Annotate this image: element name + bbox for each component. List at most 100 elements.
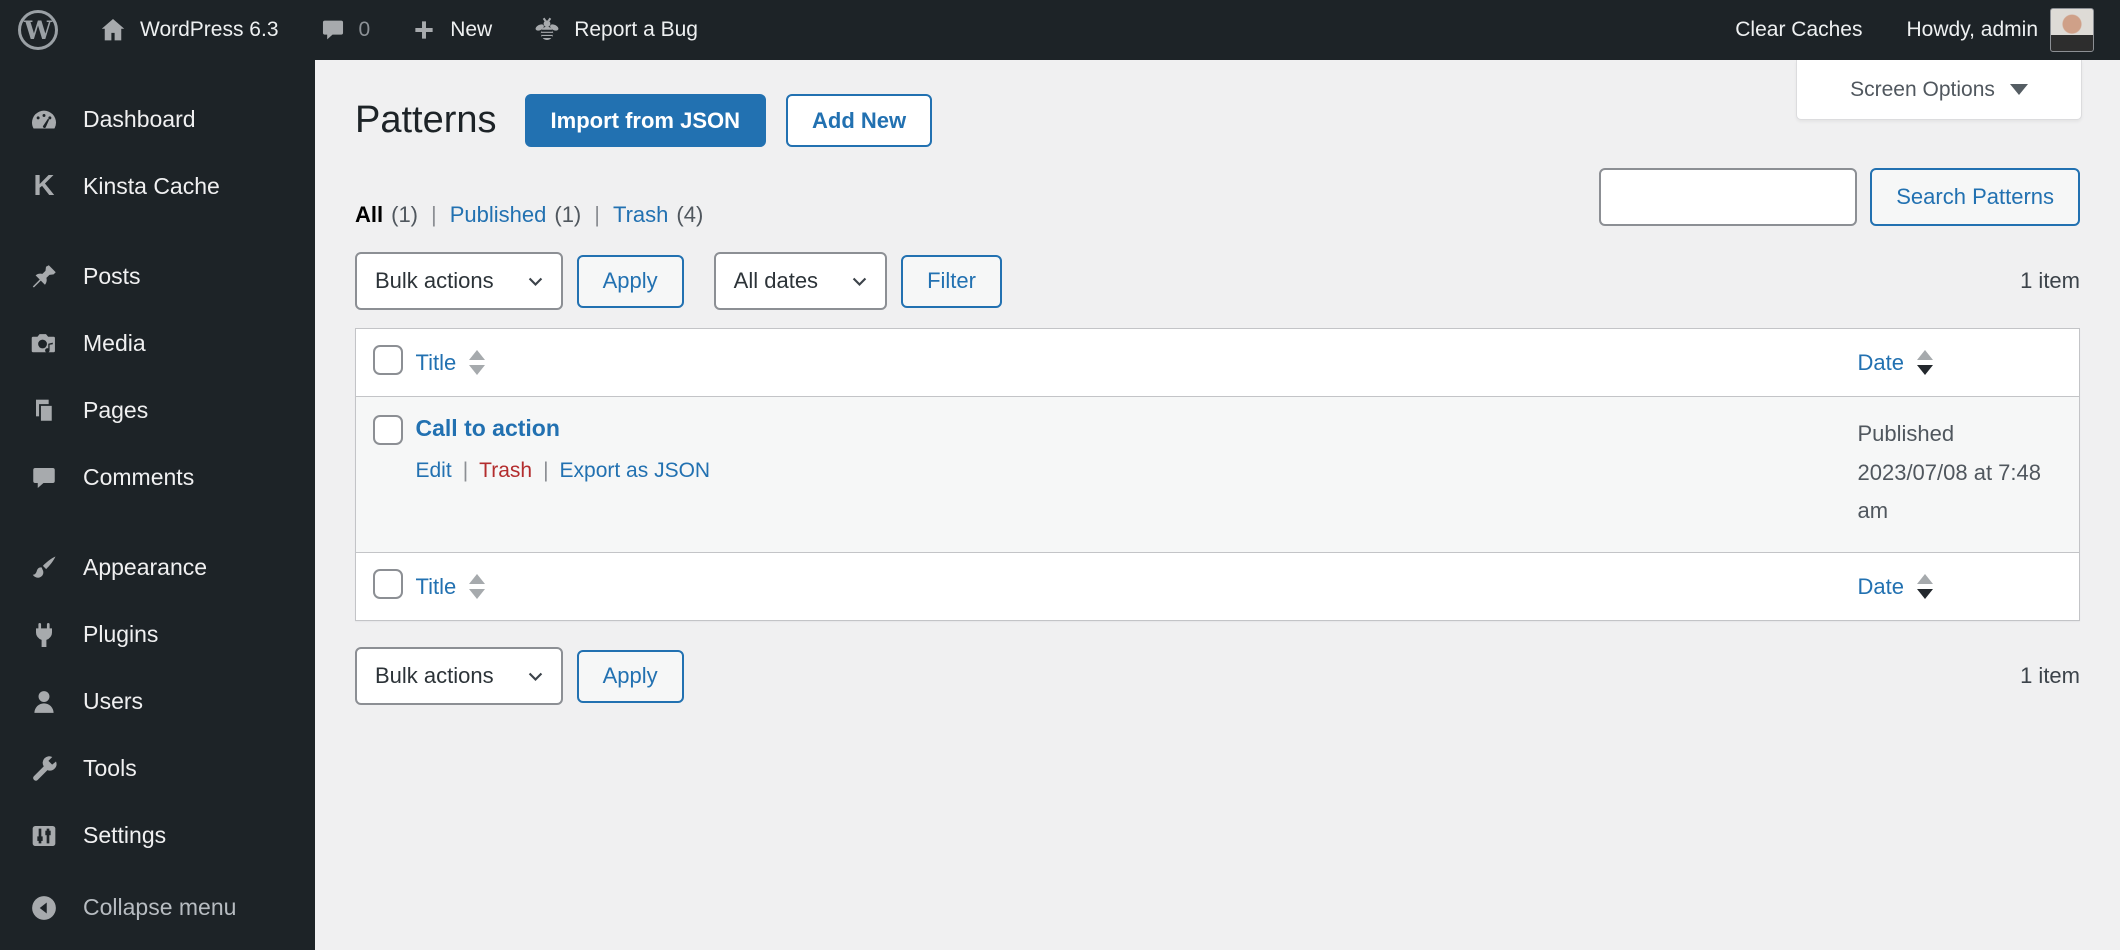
page-title: Patterns: [355, 99, 497, 141]
chevron-down-icon: [528, 672, 542, 681]
sort-asc-icon: [1916, 574, 1933, 584]
home-icon: [98, 15, 128, 45]
sort-asc-icon: [469, 574, 486, 584]
import-from-json-button[interactable]: Import from JSON: [524, 94, 766, 147]
pattern-title-link[interactable]: Call to action: [416, 415, 560, 442]
bulk-actions-select-bottom[interactable]: Bulk actions: [355, 647, 563, 705]
new-content-menu[interactable]: New: [410, 16, 492, 44]
bug-bee-icon: [532, 15, 562, 45]
camera-icon: [27, 328, 61, 360]
admin-bar-right: Clear Caches Howdy, admin: [1735, 8, 2094, 52]
kinsta-icon: K: [33, 170, 55, 202]
sidebar-separator: [0, 511, 315, 534]
patterns-page: Patterns Import from JSON Add New Search…: [315, 60, 2120, 950]
sort-icons: [469, 350, 486, 375]
sidebar-item-plugins[interactable]: Plugins: [0, 601, 315, 668]
user-icon: [27, 686, 61, 718]
sort-desc-icon-active: [1916, 365, 1933, 375]
filter-separator: |: [431, 202, 437, 227]
sidebar-separator: [0, 220, 315, 243]
sidebar-item-label: Dashboard: [83, 106, 196, 132]
filter-count: (1): [391, 202, 419, 227]
sort-by-date-footer[interactable]: Date: [1858, 574, 1933, 600]
wordpress-logo-menu[interactable]: W: [18, 10, 58, 50]
select-all-checkbox-top[interactable]: [373, 345, 403, 375]
sidebar-item-label: Plugins: [83, 621, 159, 647]
sidebar-item-comments[interactable]: Comments: [0, 444, 315, 511]
action-separator: |: [543, 459, 549, 482]
report-a-bug-link[interactable]: Report a Bug: [532, 15, 698, 45]
admin-bar: W WordPress 6.3 0 New Report a Bug Clear…: [0, 0, 2120, 60]
sidebar-item-label: Media: [83, 330, 146, 356]
chevron-down-icon: [2009, 84, 2028, 95]
all-dates-select[interactable]: All dates: [713, 252, 888, 310]
report-bug-label: Report a Bug: [574, 18, 698, 41]
clear-caches-button[interactable]: Clear Caches: [1735, 18, 1862, 42]
plus-icon: [410, 16, 438, 44]
brush-icon: [27, 552, 61, 584]
sidebar-item-kinsta-cache[interactable]: K Kinsta Cache: [0, 153, 315, 220]
filter-count: (1): [554, 202, 582, 227]
admin-sidebar: Dashboard K Kinsta Cache Posts Media Pag…: [0, 60, 315, 950]
sidebar-item-settings[interactable]: Settings: [0, 802, 315, 869]
search-box: Search Patterns: [1599, 168, 2080, 226]
sidebar-item-dashboard[interactable]: Dashboard: [0, 86, 315, 153]
sort-asc-icon: [469, 350, 486, 360]
comments-admin-bar-link[interactable]: 0: [319, 16, 370, 44]
sidebar-item-users[interactable]: Users: [0, 668, 315, 735]
my-account-menu[interactable]: Howdy, admin: [1907, 8, 2094, 52]
tablenav-top: Bulk actions Apply All dates Filter 1 it…: [355, 252, 2080, 310]
item-count-bottom: 1 item: [2020, 663, 2080, 688]
sidebar-item-posts[interactable]: Posts: [0, 243, 315, 310]
collapse-menu-button[interactable]: Collapse menu: [0, 874, 315, 941]
admin-bar-left: W WordPress 6.3 0 New Report a Bug: [18, 10, 698, 50]
search-input[interactable]: [1599, 168, 1858, 226]
screen-options-button[interactable]: Screen Options: [1796, 60, 2082, 120]
filter-separator: |: [594, 202, 600, 227]
wordpress-logo-icon: W: [18, 10, 58, 50]
apply-button-bottom[interactable]: Apply: [576, 649, 684, 703]
sort-by-title-header[interactable]: Title: [416, 350, 486, 376]
plug-icon: [27, 619, 61, 651]
sidebar-item-label: Users: [83, 688, 144, 714]
apply-button-top[interactable]: Apply: [576, 254, 684, 308]
filter-link-published[interactable]: Published (1): [450, 202, 582, 228]
avatar: [2050, 8, 2094, 52]
edit-action-link[interactable]: Edit: [416, 459, 452, 483]
new-label: New: [450, 18, 493, 41]
sidebar-item-media[interactable]: Media: [0, 310, 315, 377]
site-name-link[interactable]: WordPress 6.3: [98, 15, 279, 45]
item-count-top: 1 item: [2020, 268, 2080, 293]
sort-by-title-footer[interactable]: Title: [416, 574, 486, 600]
select-row-checkbox[interactable]: [373, 415, 403, 445]
add-new-button[interactable]: Add New: [786, 94, 933, 147]
sidebar-item-label: Pages: [83, 397, 149, 423]
sidebar-item-label: Tools: [83, 755, 137, 781]
sort-asc-icon: [1916, 350, 1933, 360]
sort-desc-icon-active: [1916, 589, 1933, 599]
sort-icons: [1916, 350, 1933, 375]
collapse-arrow-icon: [27, 893, 61, 923]
trash-action-link[interactable]: Trash: [479, 459, 532, 483]
filter-link-all[interactable]: All (1): [355, 202, 418, 228]
sidebar-item-label: Posts: [83, 263, 141, 289]
site-name-label: WordPress 6.3: [140, 18, 279, 41]
select-all-checkbox-bottom[interactable]: [373, 569, 403, 599]
publish-status: Published: [1857, 421, 1955, 446]
sidebar-item-pages[interactable]: Pages: [0, 377, 315, 444]
bulk-actions-select-top[interactable]: Bulk actions: [355, 252, 563, 310]
table-row: Call to action Edit | Trash | Export as …: [355, 396, 2080, 553]
tablenav-bottom: Bulk actions Apply 1 item: [355, 647, 2080, 705]
export-json-action-link[interactable]: Export as JSON: [560, 459, 711, 483]
screen-options-label: Screen Options: [1850, 77, 1995, 101]
dashboard-icon: [27, 104, 61, 136]
sidebar-item-tools[interactable]: Tools: [0, 735, 315, 802]
filter-button[interactable]: Filter: [901, 254, 1002, 308]
filter-link-trash[interactable]: Trash (4): [613, 202, 703, 228]
search-patterns-button[interactable]: Search Patterns: [1870, 168, 2080, 226]
table-header-row: Title Date: [355, 328, 2080, 397]
publish-date: 2023/07/08 at 7:48 am: [1857, 459, 2042, 524]
pages-icon: [27, 395, 61, 427]
sort-by-date-header[interactable]: Date: [1858, 350, 1933, 376]
sidebar-item-appearance[interactable]: Appearance: [0, 534, 315, 601]
